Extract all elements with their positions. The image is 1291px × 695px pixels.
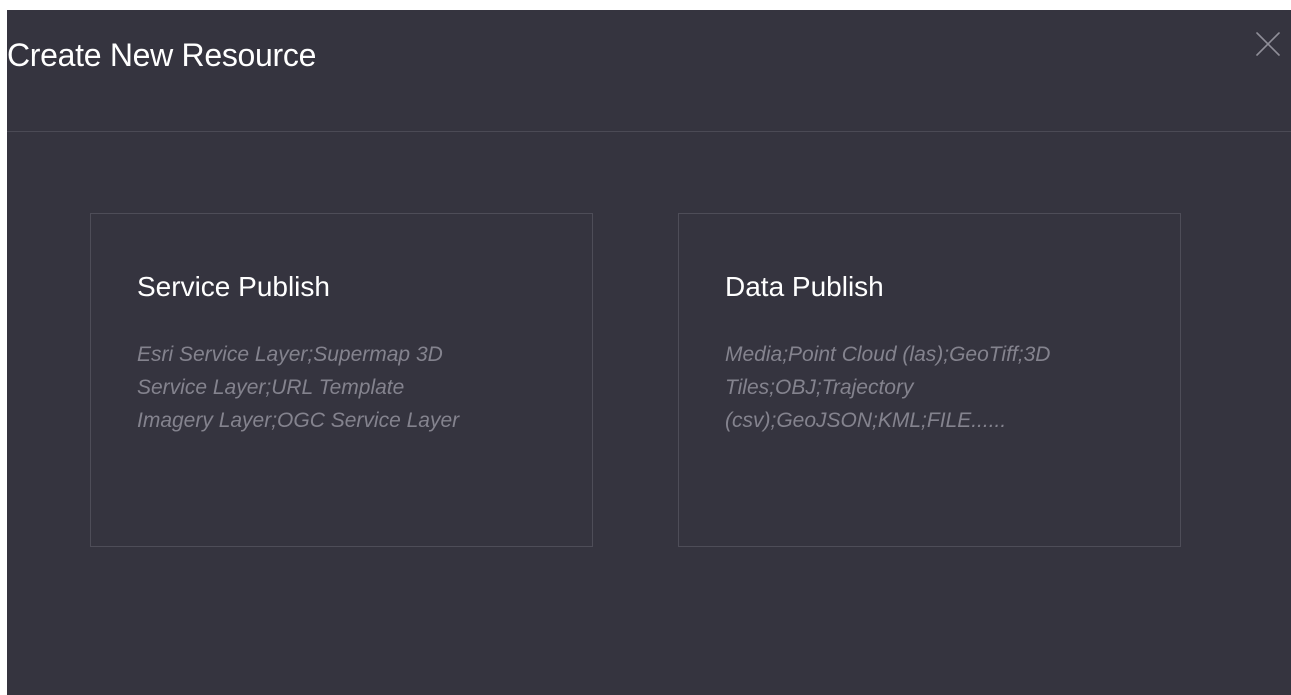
service-publish-description-line: Imagery Layer;OGC Service Layer	[137, 409, 460, 432]
data-publish-description-line: Tiles;OBJ;Trajectory	[725, 376, 914, 399]
data-publish-description: Media;Point Cloud (las);GeoTiff;3D Tiles…	[725, 338, 1145, 437]
data-publish-card[interactable]: Data Publish Media;Point Cloud (las);Geo…	[678, 213, 1181, 547]
service-publish-card[interactable]: Service Publish Esri Service Layer;Super…	[90, 213, 593, 547]
dialog-header: Create New Resource	[7, 10, 1291, 132]
dialog-title: Create New Resource	[7, 37, 317, 73]
close-button[interactable]	[1252, 28, 1284, 60]
service-publish-description-line: Esri Service Layer;Supermap 3D	[137, 343, 443, 366]
service-publish-description: Esri Service Layer;Supermap 3D Service L…	[137, 338, 557, 437]
service-publish-description-line: Service Layer;URL Template	[137, 376, 405, 399]
data-publish-title: Data Publish	[725, 271, 884, 302]
data-publish-description-line: Media;Point Cloud (las);GeoTiff;3D	[725, 343, 1051, 366]
service-publish-title: Service Publish	[137, 271, 330, 302]
close-icon	[1256, 32, 1280, 56]
create-resource-dialog: Create New Resource Service Publish Esri…	[7, 10, 1291, 695]
data-publish-description-line: (csv);GeoJSON;KML;FILE......	[725, 409, 1007, 432]
